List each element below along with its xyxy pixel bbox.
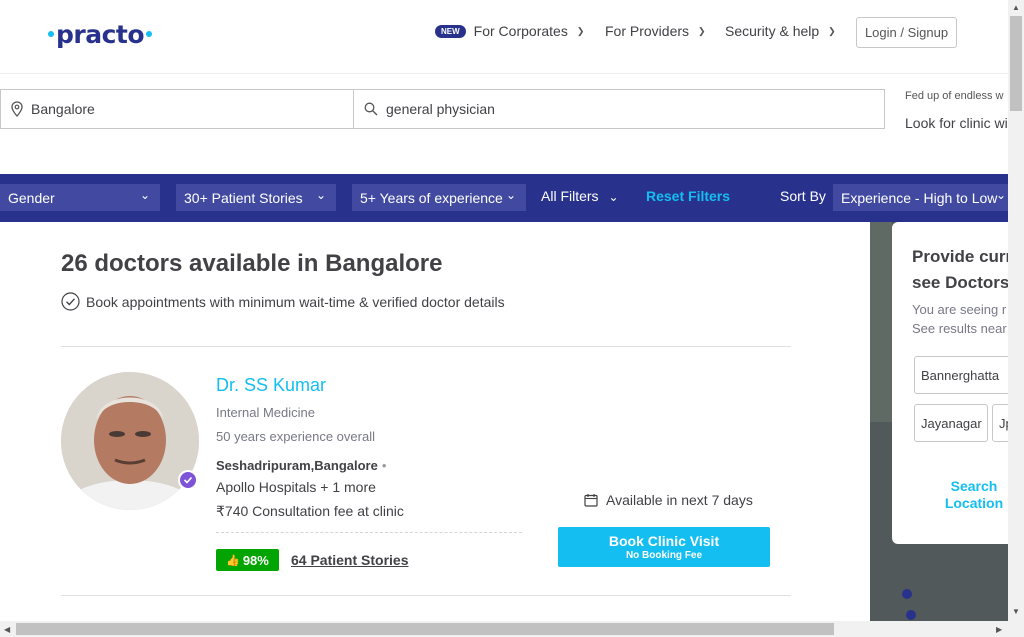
location-card-sub-line2: See results near: [912, 321, 1007, 336]
scroll-down-arrow-icon[interactable]: ▼: [1012, 607, 1020, 616]
results-subtitle-row: Book appointments with minimum wait-time…: [61, 292, 505, 311]
doctor-locality-text: Seshadripuram,Bangalore: [216, 458, 378, 473]
map-marker: [902, 589, 912, 599]
gender-filter[interactable]: Gender ⌄: [0, 184, 160, 211]
reset-filters-link[interactable]: Reset Filters: [646, 188, 730, 204]
chevron-down-icon: ❯: [576, 25, 585, 36]
all-filters-button[interactable]: All Filters ⌄: [541, 188, 619, 204]
nav-for-providers[interactable]: For Providers ❯: [605, 23, 706, 39]
promo-text-small: Fed up of endless w: [905, 90, 1004, 102]
logo-dot-left: [48, 31, 54, 37]
divider: [61, 346, 791, 347]
vertical-scroll-thumb[interactable]: [1010, 16, 1022, 111]
new-badge: NEW: [435, 24, 466, 38]
doctor-experience: 50 years experience overall: [216, 429, 375, 444]
location-value: Bangalore: [31, 101, 95, 117]
results-subtitle: Book appointments with minimum wait-time…: [86, 293, 505, 310]
divider: [61, 595, 791, 596]
chevron-down-icon: ⌄: [505, 188, 516, 202]
location-prompt-card: Provide curr see Doctors You are seeing …: [892, 222, 1008, 544]
doctor-search-input[interactable]: general physician: [354, 89, 885, 129]
location-card-sub-line1: You are seeing r: [912, 302, 1007, 317]
dashed-divider: [216, 532, 522, 533]
top-header: practo NEW For Corporates ❯ For Provider…: [0, 0, 1008, 74]
location-card-title-line2: see Doctors: [912, 273, 1008, 292]
nav-security-help[interactable]: Security & help ❯: [725, 23, 836, 39]
book-button-label: Book Clinic Visit: [608, 533, 720, 549]
check-circle-icon: [61, 292, 80, 311]
patient-stories-link[interactable]: 64 Patient Stories: [291, 552, 409, 568]
locality-chip-jayanagar[interactable]: Jayanagar: [914, 404, 988, 442]
locality-chip-bannerghatta[interactable]: Bannerghatta: [914, 356, 1008, 394]
sort-by-label: Sort By: [780, 188, 826, 204]
search-location-line1: Search: [950, 478, 998, 494]
scroll-left-arrow-icon[interactable]: ◀: [4, 625, 10, 634]
search-query-value: general physician: [386, 101, 495, 117]
sort-value: Experience - High to Low: [841, 189, 998, 206]
patient-stories-filter-label: 30+ Patient Stories: [184, 189, 303, 206]
availability-text: Available in next 7 days: [606, 492, 753, 508]
location-card-subtitle: You are seeing r See results near: [912, 300, 1007, 338]
scroll-up-arrow-icon[interactable]: ▲: [1012, 3, 1020, 12]
doctor-locality: Seshadripuram,Bangalore •: [216, 458, 386, 473]
search-icon: [364, 102, 378, 116]
rating-value: 98%: [242, 552, 269, 568]
doctor-specialty: Internal Medicine: [216, 405, 315, 420]
horizontal-scroll-thumb[interactable]: [16, 623, 834, 635]
search-location-button[interactable]: Search Location: [932, 478, 1008, 512]
nav-for-corporates[interactable]: NEW For Corporates ❯: [435, 23, 584, 39]
chevron-down-icon: ⌄: [995, 188, 1006, 202]
chevron-down-icon: ⌄: [608, 190, 619, 204]
search-row: Bangalore general physician: [0, 89, 885, 129]
experience-filter[interactable]: 5+ Years of experience ⌄: [352, 184, 526, 211]
map-strip: [870, 222, 892, 422]
book-button-sublabel: No Booking Fee: [625, 550, 703, 561]
doctor-photo: [61, 372, 199, 510]
doctor-name-link[interactable]: Dr. SS Kumar: [216, 375, 326, 396]
bullet-separator: •: [381, 458, 387, 473]
logo-text: practo: [56, 20, 145, 49]
logo-dot-right: [146, 31, 153, 37]
sort-select[interactable]: Experience - High to Low ⌄: [833, 184, 1008, 211]
search-location-line2: Location: [944, 495, 1004, 511]
nav-security-label: Security & help: [725, 23, 820, 39]
location-card-title-line1: Provide curr: [912, 247, 1008, 266]
patient-stories-filter[interactable]: 30+ Patient Stories ⌄: [176, 184, 336, 211]
location-card-title: Provide curr see Doctors: [912, 244, 1008, 296]
location-pin-icon: [11, 101, 23, 117]
rating-badge: 👍 98%: [216, 549, 279, 571]
chevron-down-icon: ⌄: [315, 188, 326, 202]
nav-providers-label: For Providers: [605, 23, 690, 39]
promo-text: Look for clinic wi: [905, 115, 1008, 131]
doctor-fee: ₹740 Consultation fee at clinic: [216, 503, 404, 519]
locality-chip-jp[interactable]: Jp: [992, 404, 1008, 442]
chevron-down-icon: ⌄: [139, 188, 150, 202]
map-marker: [906, 610, 916, 620]
verified-badge-icon: [178, 470, 198, 490]
gender-filter-label: Gender: [8, 189, 55, 206]
doctor-clinic[interactable]: Apollo Hospitals + 1 more: [216, 479, 376, 495]
login-signup-button[interactable]: Login / Signup: [856, 17, 957, 48]
results-title: 26 doctors available in Bangalore: [61, 250, 443, 277]
experience-filter-label: 5+ Years of experience: [360, 189, 503, 206]
filter-bar: Gender ⌄ 30+ Patient Stories ⌄ 5+ Years …: [0, 174, 1008, 222]
availability-row: Available in next 7 days: [584, 492, 753, 508]
all-filters-label: All Filters: [541, 188, 599, 204]
nav-corporates-label: For Corporates: [473, 23, 568, 39]
book-clinic-visit-button[interactable]: Book Clinic Visit No Booking Fee: [558, 527, 770, 567]
thumbs-up-icon: 👍: [226, 554, 240, 567]
location-input[interactable]: Bangalore: [0, 89, 354, 129]
doctor-avatar[interactable]: [61, 372, 199, 510]
practo-logo[interactable]: practo: [46, 20, 154, 49]
chevron-down-icon: ❯: [698, 25, 706, 36]
chevron-down-icon: ❯: [828, 25, 836, 36]
scroll-right-arrow-icon[interactable]: ▶: [996, 625, 1002, 634]
calendar-icon: [584, 494, 598, 507]
